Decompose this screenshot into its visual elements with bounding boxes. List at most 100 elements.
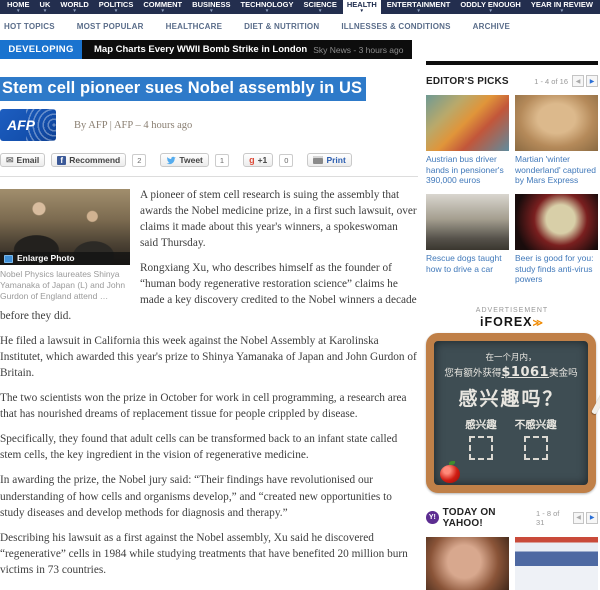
- nav-item-technology[interactable]: TECHNOLOGY▾: [237, 0, 298, 14]
- today-pagination: 1 - 8 of 31: [536, 509, 569, 527]
- nav-item-home[interactable]: HOME▾: [3, 0, 34, 14]
- nav-item-comment[interactable]: COMMENT▾: [139, 0, 186, 14]
- editors-picks-grid: Austrian bus driver hands in pensioner's…: [426, 95, 598, 285]
- chevron-down-icon: ▾: [417, 9, 420, 13]
- nav-item-politics[interactable]: POLITICS▾: [95, 0, 138, 14]
- nav-item-health-active[interactable]: HEALTH▾: [343, 0, 381, 14]
- nav-item-world[interactable]: WORLD▾: [56, 0, 92, 14]
- kate-thumbnail: [426, 537, 509, 590]
- today-item-facebook[interactable]: What Facebook's privacy...: [515, 537, 598, 590]
- ad-option-interested: 感兴趣: [465, 417, 497, 460]
- developing-headline-link[interactable]: Map Charts Every WWII Bomb Strike in Lon…: [94, 44, 307, 55]
- social-share-bar: ✉Email fRecommend 2 Tweet 1 g+1 0 Print: [0, 153, 418, 167]
- article-paragraph: Specifically, they found that adult cell…: [0, 431, 418, 463]
- ad-question: 感兴趣吗？: [434, 384, 588, 411]
- photo-icon: [4, 255, 13, 263]
- chevron-down-icon: ▾: [115, 9, 118, 13]
- article-paragraph: Alleging libel and unfair competition in…: [0, 587, 418, 590]
- today-on-yahoo-grid: And the nation waits to... What Facebook…: [426, 537, 598, 590]
- ad-amount: $1061: [501, 365, 549, 380]
- chevron-down-icon: ▾: [44, 9, 47, 13]
- subnav-archive[interactable]: ARCHIVE: [473, 22, 522, 31]
- pick-mars-express[interactable]: Martian 'winter wonderland' captured by …: [515, 95, 598, 186]
- chevron-down-icon: ▾: [210, 9, 213, 13]
- today-on-yahoo-title: TODAY ON YAHOO!: [443, 507, 536, 529]
- article-paragraph: Describing his lawsuit as a first agains…: [0, 530, 418, 578]
- byline-row: AFP By AFP | AFP – 4 hours ago: [0, 109, 418, 141]
- pick-austrian-euros[interactable]: Austrian bus driver hands in pensioner's…: [426, 95, 509, 186]
- top-navigation: HOME▾ UK▾ WORLD▾ POLITICS▾ COMMENT▾ BUSI…: [0, 0, 600, 14]
- article-body: Enlarge Photo Nobel Physics laureates Sh…: [0, 187, 418, 590]
- subnav-hot-topics[interactable]: HOT TOPICS: [4, 22, 67, 31]
- developing-ticker: Map Charts Every WWII Bomb Strike in Lon…: [82, 40, 412, 59]
- email-icon: ✉: [6, 155, 14, 166]
- iforex-chevrons-icon: ≫: [533, 318, 544, 329]
- chevron-down-icon: ▾: [73, 9, 76, 13]
- developing-bar: DEVELOPING Map Charts Every WWII Bomb St…: [0, 40, 412, 59]
- nav-item-uk[interactable]: UK▾: [36, 0, 55, 14]
- editors-picks-header: EDITOR'S PICKS 1 - 4 of 16 ◀ ▶: [426, 75, 598, 87]
- ad-checkbox-no[interactable]: [524, 436, 548, 460]
- article-figure: Enlarge Photo Nobel Physics laureates Sh…: [0, 189, 130, 302]
- facebook-recommend-button[interactable]: fRecommend: [51, 153, 126, 167]
- twitter-bird-icon: [166, 155, 176, 165]
- secondary-navigation: HOT TOPICS MOST POPULAR HEALTHCARE DIET …: [0, 14, 600, 38]
- plusone-count-badge: 0: [279, 154, 293, 167]
- article-title: Stem cell pioneer sues Nobel assembly in…: [0, 77, 366, 101]
- chevron-down-icon: ▾: [17, 9, 20, 13]
- subnav-healthcare[interactable]: HEALTHCARE: [166, 22, 235, 31]
- yahoo-icon: Y!: [426, 511, 439, 524]
- google-plus-icon: g: [249, 155, 255, 165]
- iforex-logo[interactable]: iFOREX≫: [426, 315, 598, 329]
- nav-item-year-in-review[interactable]: YEAR IN REVIEW▾: [527, 0, 597, 14]
- afp-logo: AFP: [0, 109, 56, 141]
- article-photo[interactable]: Enlarge Photo: [0, 189, 130, 265]
- today-prev-button[interactable]: ◀: [573, 512, 585, 524]
- divider: [0, 176, 418, 177]
- editors-picks-next-button[interactable]: ▶: [586, 75, 598, 87]
- article-paragraph: The two scientists won the prize in Octo…: [0, 390, 418, 422]
- google-plusone-button[interactable]: g+1: [243, 153, 273, 167]
- developing-label: DEVELOPING: [0, 40, 82, 59]
- chevron-down-icon: ▾: [361, 9, 364, 13]
- chevron-down-icon: ▾: [319, 9, 322, 13]
- advertisement-label: ADVERTISEMENT: [426, 307, 598, 314]
- ad-line2: 您有额外获得$1061美金吗: [434, 365, 588, 380]
- email-button[interactable]: ✉Email: [0, 153, 45, 167]
- apple-icon: [440, 465, 460, 483]
- print-button[interactable]: Print: [307, 153, 351, 167]
- recommend-count-badge: 2: [132, 154, 146, 167]
- nav-item-business[interactable]: BUSINESS▾: [188, 0, 234, 14]
- today-next-button[interactable]: ▶: [586, 512, 598, 524]
- today-item-kate[interactable]: And the nation waits to...: [426, 537, 509, 590]
- pick-beer-study[interactable]: Beer is good for you: study finds anti-v…: [515, 194, 598, 285]
- sidebar: EDITOR'S PICKS 1 - 4 of 16 ◀ ▶ Austrian …: [426, 61, 598, 590]
- mars-thumbnail: [515, 95, 598, 151]
- subnav-illnesses-conditions[interactable]: ILLNESSES & CONDITIONS: [341, 22, 462, 31]
- chevron-down-icon: ▾: [561, 9, 564, 13]
- facebook-icon: f: [57, 156, 66, 165]
- today-on-yahoo-header: Y! TODAY ON YAHOO! 1 - 8 of 31 ◀ ▶: [426, 507, 598, 529]
- pick-driving-dogs[interactable]: Rescue dogs taught how to drive a car: [426, 194, 509, 285]
- editors-picks-pagination: 1 - 4 of 16: [534, 77, 568, 86]
- euros-thumbnail: [426, 95, 509, 151]
- nav-item-oddly-enough[interactable]: ODDLY ENOUGH▾: [456, 0, 524, 14]
- subnav-most-popular[interactable]: MOST POPULAR: [77, 22, 156, 31]
- subnav-diet-nutrition[interactable]: DIET & NUTRITION: [244, 22, 331, 31]
- article-byline: By AFP | AFP – 4 hours ago: [74, 120, 192, 131]
- article-paragraph: In awarding the prize, the Nobel jury sa…: [0, 472, 418, 520]
- news-page: HOME▾ UK▾ WORLD▾ POLITICS▾ COMMENT▾ BUSI…: [0, 0, 600, 590]
- ad-checkbox-yes[interactable]: [469, 436, 493, 460]
- printer-icon: [313, 156, 323, 164]
- nav-item-entertainment[interactable]: ENTERTAINMENT▾: [383, 0, 455, 14]
- nav-item-science[interactable]: SCIENCE▾: [300, 0, 341, 14]
- dog-thumbnail: [426, 194, 509, 250]
- enlarge-photo-button[interactable]: Enlarge Photo: [0, 252, 130, 265]
- tweet-button[interactable]: Tweet: [160, 153, 208, 167]
- editors-picks-prev-button[interactable]: ◀: [572, 75, 584, 87]
- chevron-down-icon: ▾: [162, 9, 165, 13]
- facebook-thumbnail: [515, 537, 598, 590]
- chevron-down-icon: ▾: [489, 9, 492, 13]
- article-paragraph: He filed a lawsuit in California this we…: [0, 333, 418, 381]
- iforex-chalkboard-ad[interactable]: 在一个月内， 您有额外获得$1061美金吗 感兴趣吗？ 感兴趣 不感兴趣: [426, 333, 596, 493]
